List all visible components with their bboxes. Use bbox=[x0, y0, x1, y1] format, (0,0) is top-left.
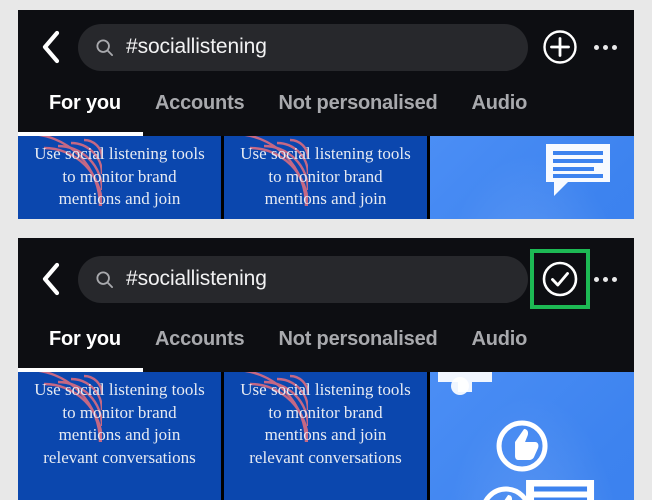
more-horizontal-icon[interactable] bbox=[588, 25, 622, 69]
more-dot bbox=[602, 44, 608, 50]
search-icon bbox=[94, 37, 114, 57]
check-circle-icon[interactable] bbox=[530, 249, 590, 309]
more-dot bbox=[593, 44, 599, 50]
result-card[interactable]: Use social listening tools to monitor br… bbox=[18, 372, 224, 500]
tab-not-personalised[interactable]: Not personalised bbox=[261, 320, 454, 351]
result-card[interactable]: Use social listening tools to monitor br… bbox=[224, 136, 430, 219]
app-chrome-before: #sociallistening For you Accounts Not pe… bbox=[18, 10, 634, 136]
tab-not-personalised[interactable]: Not personalised bbox=[261, 84, 454, 115]
result-card-text: Use social listening tools to monitor br… bbox=[34, 380, 205, 467]
search-input[interactable]: #sociallistening bbox=[78, 23, 528, 71]
results-grid-before: Use social listening tools to monitor br… bbox=[18, 136, 634, 219]
speech-bubble-icon bbox=[546, 144, 610, 196]
tab-trending[interactable]: T bbox=[544, 320, 561, 351]
result-card[interactable] bbox=[430, 372, 634, 500]
more-dot bbox=[593, 276, 599, 282]
result-card-text: Use social listening tools to monitor br… bbox=[34, 144, 205, 209]
tab-bar-before: For you Accounts Not personalised Audio … bbox=[18, 84, 634, 136]
result-card[interactable]: Use social listening tools to monitor br… bbox=[18, 136, 224, 219]
more-horizontal-icon[interactable] bbox=[588, 257, 622, 301]
panel-before: #sociallistening For you Accounts Not pe… bbox=[18, 10, 634, 219]
panel-after: #sociallistening For you Accounts Not pe… bbox=[18, 238, 634, 500]
tab-for-you[interactable]: For you bbox=[32, 320, 138, 351]
chevron-left-icon[interactable] bbox=[34, 28, 68, 66]
screenshot-page: #sociallistening For you Accounts Not pe… bbox=[0, 0, 652, 500]
more-dot bbox=[611, 276, 617, 282]
search-input[interactable]: #sociallistening bbox=[78, 255, 528, 303]
results-grid-after: Use social listening tools to monitor br… bbox=[18, 372, 634, 500]
result-card-text: Use social listening tools to monitor br… bbox=[240, 380, 411, 467]
tab-bar-after: For you Accounts Not personalised Audio … bbox=[18, 320, 634, 372]
search-icon bbox=[94, 269, 114, 289]
result-card[interactable]: Use social listening tools to monitor br… bbox=[224, 372, 430, 500]
tab-audio[interactable]: Audio bbox=[455, 320, 545, 351]
card-corner-shape bbox=[438, 372, 492, 395]
tab-accounts[interactable]: Accounts bbox=[138, 320, 262, 351]
tab-trending[interactable]: T bbox=[544, 84, 561, 115]
app-chrome-after: #sociallistening For you Accounts Not pe… bbox=[18, 238, 634, 372]
tab-audio[interactable]: Audio bbox=[455, 84, 545, 115]
more-dot bbox=[611, 44, 617, 50]
search-bar-row-before: #sociallistening bbox=[18, 10, 634, 84]
tab-for-you[interactable]: For you bbox=[32, 84, 138, 115]
result-card-text: Use social listening tools to monitor br… bbox=[240, 144, 411, 209]
result-card[interactable] bbox=[430, 136, 634, 219]
search-query-text: #sociallistening bbox=[126, 35, 267, 58]
chevron-left-icon[interactable] bbox=[34, 260, 68, 298]
thumbs-up-document-icon bbox=[483, 420, 595, 500]
search-bar-row-after: #sociallistening bbox=[18, 238, 634, 320]
search-query-text: #sociallistening bbox=[126, 267, 267, 290]
plus-circle-icon[interactable] bbox=[538, 25, 582, 69]
more-dot bbox=[602, 276, 608, 282]
tab-accounts[interactable]: Accounts bbox=[138, 84, 262, 115]
